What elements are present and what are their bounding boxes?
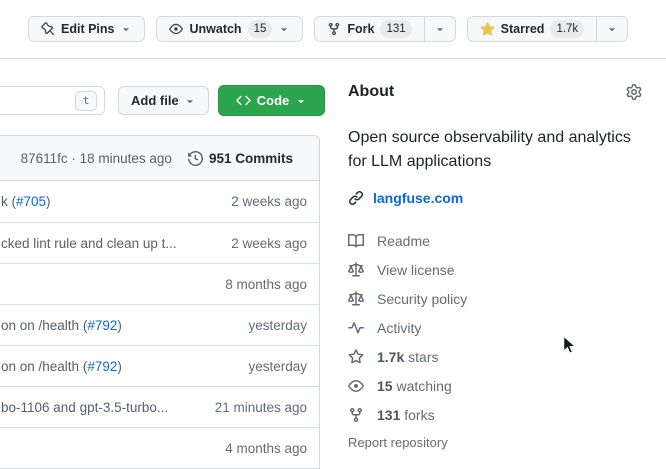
fork-icon — [327, 22, 341, 36]
file-rows: k (#705)2 weeks agocked lint rule and cl… — [0, 181, 319, 468]
watch-button[interactable]: Unwatch 15 — [156, 16, 303, 42]
commit-message[interactable]: bo-1106 and gpt-3.5-turbo... — [1, 400, 207, 415]
add-file-label: Add file — [131, 93, 179, 108]
commit-date[interactable]: 2 weeks ago — [231, 194, 307, 209]
star-icon — [348, 349, 364, 365]
fork-button-group: Fork 131 — [314, 16, 455, 42]
commit-message[interactable]: on on /health (#792) — [1, 359, 240, 374]
latest-commit-bar: 87611fc · 18 minutes ago 951 Commits — [0, 136, 319, 181]
edit-pins-label: Edit Pins — [61, 22, 114, 36]
repo-actions-bar: Edit Pins Unwatch 15 Fork 131 Starred 1.… — [0, 0, 666, 59]
meta-label: Security policy — [377, 291, 467, 307]
commits-history-link[interactable]: 951 Commits — [188, 151, 293, 166]
table-row[interactable]: on on /health (#792) yesterday — [0, 304, 319, 345]
about-meta-item[interactable]: Security policy — [348, 284, 642, 313]
edit-pins-button[interactable]: Edit Pins — [28, 16, 145, 42]
about-meta-item[interactable]: Activity — [348, 313, 642, 342]
pulse-icon — [348, 320, 364, 336]
commit-date[interactable]: yesterday — [248, 359, 307, 374]
file-table: 87611fc · 18 minutes ago 951 Commits k (… — [0, 135, 320, 469]
fork-dropdown-button[interactable] — [424, 16, 456, 42]
chevron-down-icon — [606, 23, 618, 35]
about-sidebar: About Open source observability and anal… — [348, 80, 642, 452]
law-icon — [348, 262, 364, 278]
eye-icon — [348, 378, 364, 394]
table-row[interactable]: k (#705) 2 weeks ago — [0, 181, 319, 222]
report-repository-link[interactable]: Report repository — [348, 435, 448, 450]
table-row[interactable]: cked lint rule and clean up t... 2 weeks … — [0, 222, 319, 263]
issue-link[interactable]: #705 — [16, 194, 46, 209]
code-icon — [236, 93, 251, 108]
book-icon — [348, 233, 364, 249]
issue-link[interactable]: #792 — [87, 318, 117, 333]
commit-message[interactable]: cked lint rule and clean up t... — [1, 236, 223, 251]
star-button-group: Starred 1.7k — [467, 16, 629, 42]
chevron-down-icon — [120, 23, 132, 35]
eye-icon — [169, 22, 183, 36]
code-label: Code — [257, 93, 290, 108]
table-row[interactable]: bo-1106 and gpt-3.5-turbo... 21 minutes a… — [0, 386, 319, 427]
about-meta-item[interactable]: 15 watching — [348, 371, 642, 400]
commit-message[interactable]: on on /health (#792) — [1, 318, 240, 333]
starred-button[interactable]: Starred 1.7k — [467, 16, 598, 42]
chevron-down-icon — [434, 23, 446, 35]
about-meta-list: Readme View license Security policy Activit… — [348, 226, 642, 429]
table-row[interactable]: 8 months ago — [0, 263, 319, 304]
website-row: langfuse.com — [348, 186, 642, 210]
commit-date[interactable]: 2 weeks ago — [231, 236, 307, 251]
add-file-button[interactable]: Add file — [118, 86, 209, 115]
commit-date[interactable]: 4 months ago — [225, 441, 307, 456]
meta-label: Activity — [377, 320, 421, 336]
meta-label: 15 watching — [377, 378, 452, 394]
issue-link[interactable]: #792 — [87, 359, 117, 374]
pin-icon — [41, 22, 55, 36]
gear-icon[interactable] — [626, 84, 642, 100]
shortcut-key-badge: t — [75, 91, 97, 111]
table-row[interactable]: 4 months ago — [0, 427, 319, 468]
star-dropdown-button[interactable] — [596, 16, 628, 42]
chevron-down-icon — [295, 95, 307, 107]
watch-count-badge: 15 — [248, 20, 273, 38]
watch-label: Unwatch — [189, 22, 241, 36]
about-meta-item[interactable]: Readme — [348, 226, 642, 255]
meta-label: View license — [377, 262, 455, 278]
commit-message[interactable]: k (#705) — [1, 194, 223, 209]
fork-count-badge: 131 — [380, 20, 411, 38]
about-meta-item[interactable]: 1.7k stars — [348, 342, 642, 371]
go-to-file-input[interactable]: t — [0, 86, 105, 115]
law-icon — [348, 291, 364, 307]
commit-sha-time[interactable]: 87611fc · 18 minutes ago — [21, 151, 172, 166]
commit-date[interactable]: 8 months ago — [225, 277, 307, 292]
star-count-badge: 1.7k — [550, 20, 584, 38]
fork-icon — [348, 407, 364, 423]
meta-label: Readme — [377, 233, 430, 249]
about-meta-item[interactable]: 131 forks — [348, 400, 642, 429]
fork-label: Fork — [347, 22, 374, 36]
about-title: About — [348, 83, 394, 101]
commit-date[interactable]: 21 minutes ago — [215, 400, 307, 415]
about-header: About — [348, 80, 642, 104]
starred-label: Starred — [501, 22, 545, 36]
chevron-down-icon — [278, 23, 290, 35]
commit-date[interactable]: yesterday — [248, 318, 307, 333]
star-filled-icon — [480, 22, 495, 37]
link-icon — [348, 190, 364, 206]
history-icon — [188, 151, 203, 166]
chevron-down-icon — [184, 95, 196, 107]
code-button[interactable]: Code — [218, 85, 325, 116]
commits-count-label: 951 Commits — [209, 151, 293, 166]
table-row[interactable]: on on /health (#792) yesterday — [0, 345, 319, 386]
repo-description: Open source observability and analytics … — [348, 126, 642, 174]
meta-label: 131 forks — [377, 407, 435, 423]
fork-button[interactable]: Fork 131 — [314, 16, 424, 42]
about-meta-item[interactable]: View license — [348, 255, 642, 284]
meta-label: 1.7k stars — [377, 349, 438, 365]
website-link[interactable]: langfuse.com — [373, 190, 463, 206]
